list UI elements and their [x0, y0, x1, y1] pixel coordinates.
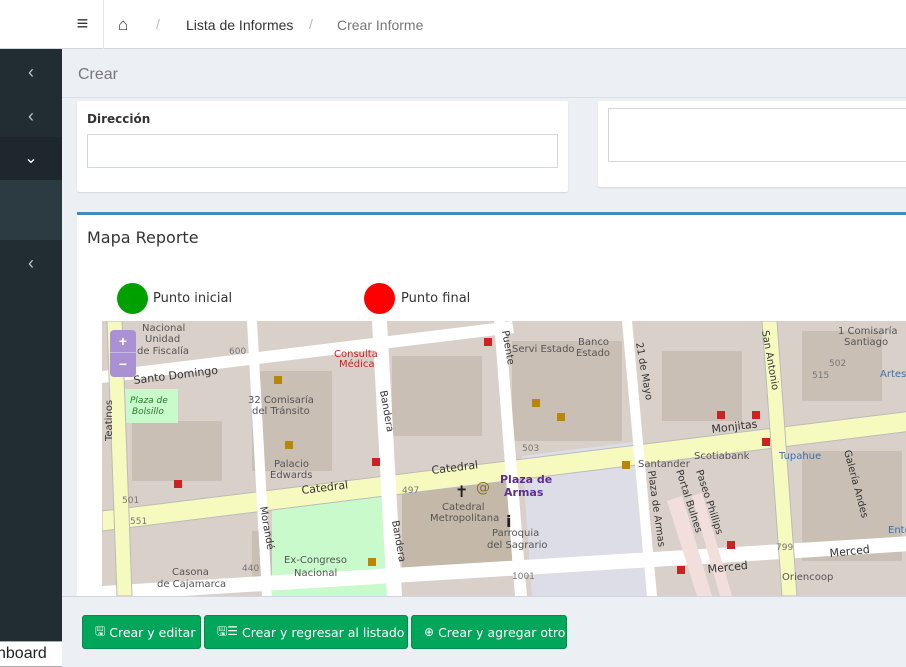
secondary-input[interactable]	[608, 108, 906, 162]
chevron-left-icon: ‹	[28, 61, 34, 82]
map-label: i	[506, 512, 511, 531]
end-point-marker-icon	[364, 283, 395, 314]
map-label: 440	[242, 564, 259, 574]
breadcrumb-lista-informes[interactable]: Lista de Informes	[186, 17, 293, 33]
map-label: 503	[522, 444, 539, 454]
map-label: de Cajamarca	[157, 579, 226, 590]
map-label: Médica	[339, 358, 375, 370]
map-tiles: Nacional Unidad de Fiscalía Santo Doming…	[102, 321, 906, 596]
map-label: del Tránsito	[252, 405, 310, 417]
map-canvas[interactable]: Nacional Unidad de Fiscalía Santo Doming…	[102, 321, 906, 596]
save-list-icon: 🖫☰	[217, 623, 238, 638]
map-label: 551	[130, 517, 147, 527]
map-label: Artes	[880, 369, 906, 380]
map-label: Teatinos	[104, 400, 115, 442]
secondary-box	[598, 101, 906, 187]
home-icon[interactable]: ⌂	[118, 15, 128, 35]
direccion-input[interactable]	[87, 134, 558, 168]
chevron-left-icon: ‹	[28, 252, 34, 273]
create-and-add-another-label: Crear y agregar otro	[438, 624, 566, 640]
map-label: Casona	[172, 567, 209, 578]
map-label: Edwards	[270, 470, 312, 481]
start-point-marker-icon	[117, 283, 148, 314]
map-label: Banco	[578, 337, 609, 348]
sidebar: ‹ ‹ ⌄ ‹ nboard	[0, 0, 66, 667]
map-label: 497	[402, 486, 419, 496]
plus-circle-icon: ⊕	[424, 625, 435, 639]
map-label: 32 Comisaría	[248, 394, 314, 406]
map-label: de Fiscalía	[137, 345, 189, 357]
map-label: Plaza de	[500, 473, 552, 486]
map-label: Plaza de	[130, 396, 168, 406]
map-label: Scotiabank	[694, 451, 750, 462]
top-header: ≡ ⌂ / Lista de Informes / Crear Informe	[62, 0, 906, 49]
map-label: Palacio	[274, 459, 309, 470]
create-and-return-button[interactable]: 🖫☰ Crear y regresar al listado	[204, 615, 408, 649]
map-label: Unidad	[145, 334, 180, 345]
map-label: 600	[229, 347, 246, 357]
map-label: Bolsillo	[132, 407, 164, 417]
page-title: Crear	[78, 66, 119, 83]
map-label: Catedral	[442, 502, 485, 513]
map-label: Estado	[576, 348, 610, 359]
map-label: 502	[829, 359, 846, 369]
map-label: 1001	[512, 572, 535, 582]
create-and-edit-button[interactable]: 🖫 Crear y editar	[82, 615, 201, 649]
map-label: Ente	[888, 525, 906, 536]
chevron-down-icon: ⌄	[24, 150, 38, 167]
map-label: Armas	[504, 486, 544, 499]
map-label: 1 Comisaría	[838, 325, 898, 337]
map-label: Santiago	[844, 337, 888, 348]
direccion-box: Dirección	[77, 101, 568, 192]
map-label: del Sagrario	[487, 540, 548, 551]
sidebar-item-2[interactable]: ‹	[0, 94, 62, 138]
sidebar-submenu	[0, 180, 62, 240]
sidebar-logo-area	[0, 0, 62, 49]
map-label: Metropolitana	[430, 513, 499, 524]
sidebar-item-1[interactable]: ‹	[0, 50, 62, 94]
save-icon: 🖫	[95, 623, 106, 638]
create-and-add-another-button[interactable]: ⊕ Crear y agregar otro	[411, 615, 567, 649]
create-and-return-label: Crear y regresar al listado	[241, 624, 405, 640]
zoom-out-button[interactable]: −	[110, 353, 136, 376]
map-label: Oriencoop	[782, 572, 833, 583]
map-label: 501	[122, 496, 139, 506]
breadcrumb-separator: /	[309, 16, 313, 32]
direccion-label: Dirección	[87, 112, 151, 126]
chevron-left-icon: ‹	[28, 105, 34, 126]
start-point-label: Punto inicial	[153, 291, 233, 306]
breadcrumb-separator: /	[156, 16, 160, 32]
map-label: 799	[776, 543, 793, 553]
map-label: Parroquia	[492, 528, 539, 539]
breadcrumb-crear-informe: Crear Informe	[337, 17, 424, 33]
zoom-in-button[interactable]: +	[110, 330, 136, 353]
map-report-title: Mapa Reporte	[87, 228, 199, 247]
dashboard-tooltip[interactable]: nboard	[0, 641, 66, 667]
sidebar-item-4[interactable]: ‹	[0, 241, 62, 285]
map-label: Tupahue	[778, 451, 821, 462]
map-label: 515	[812, 371, 829, 381]
map-zoom-control: + −	[110, 330, 136, 377]
map-label: Nacional	[294, 568, 337, 579]
hamburger-icon: ≡	[76, 13, 89, 35]
end-point-label: Punto final	[401, 291, 471, 306]
map-label: Servi Estado	[512, 344, 575, 355]
menu-toggle-button[interactable]: ≡	[62, 0, 104, 49]
create-and-edit-label: Crear y editar	[109, 624, 196, 640]
sidebar-item-3[interactable]: ⌄	[0, 137, 62, 181]
map-label: Ex-Congreso	[284, 555, 347, 566]
divider	[62, 97, 906, 98]
map-label: ✝	[455, 482, 468, 501]
map-label: @	[476, 480, 490, 496]
map-label: Nacional	[142, 323, 185, 334]
